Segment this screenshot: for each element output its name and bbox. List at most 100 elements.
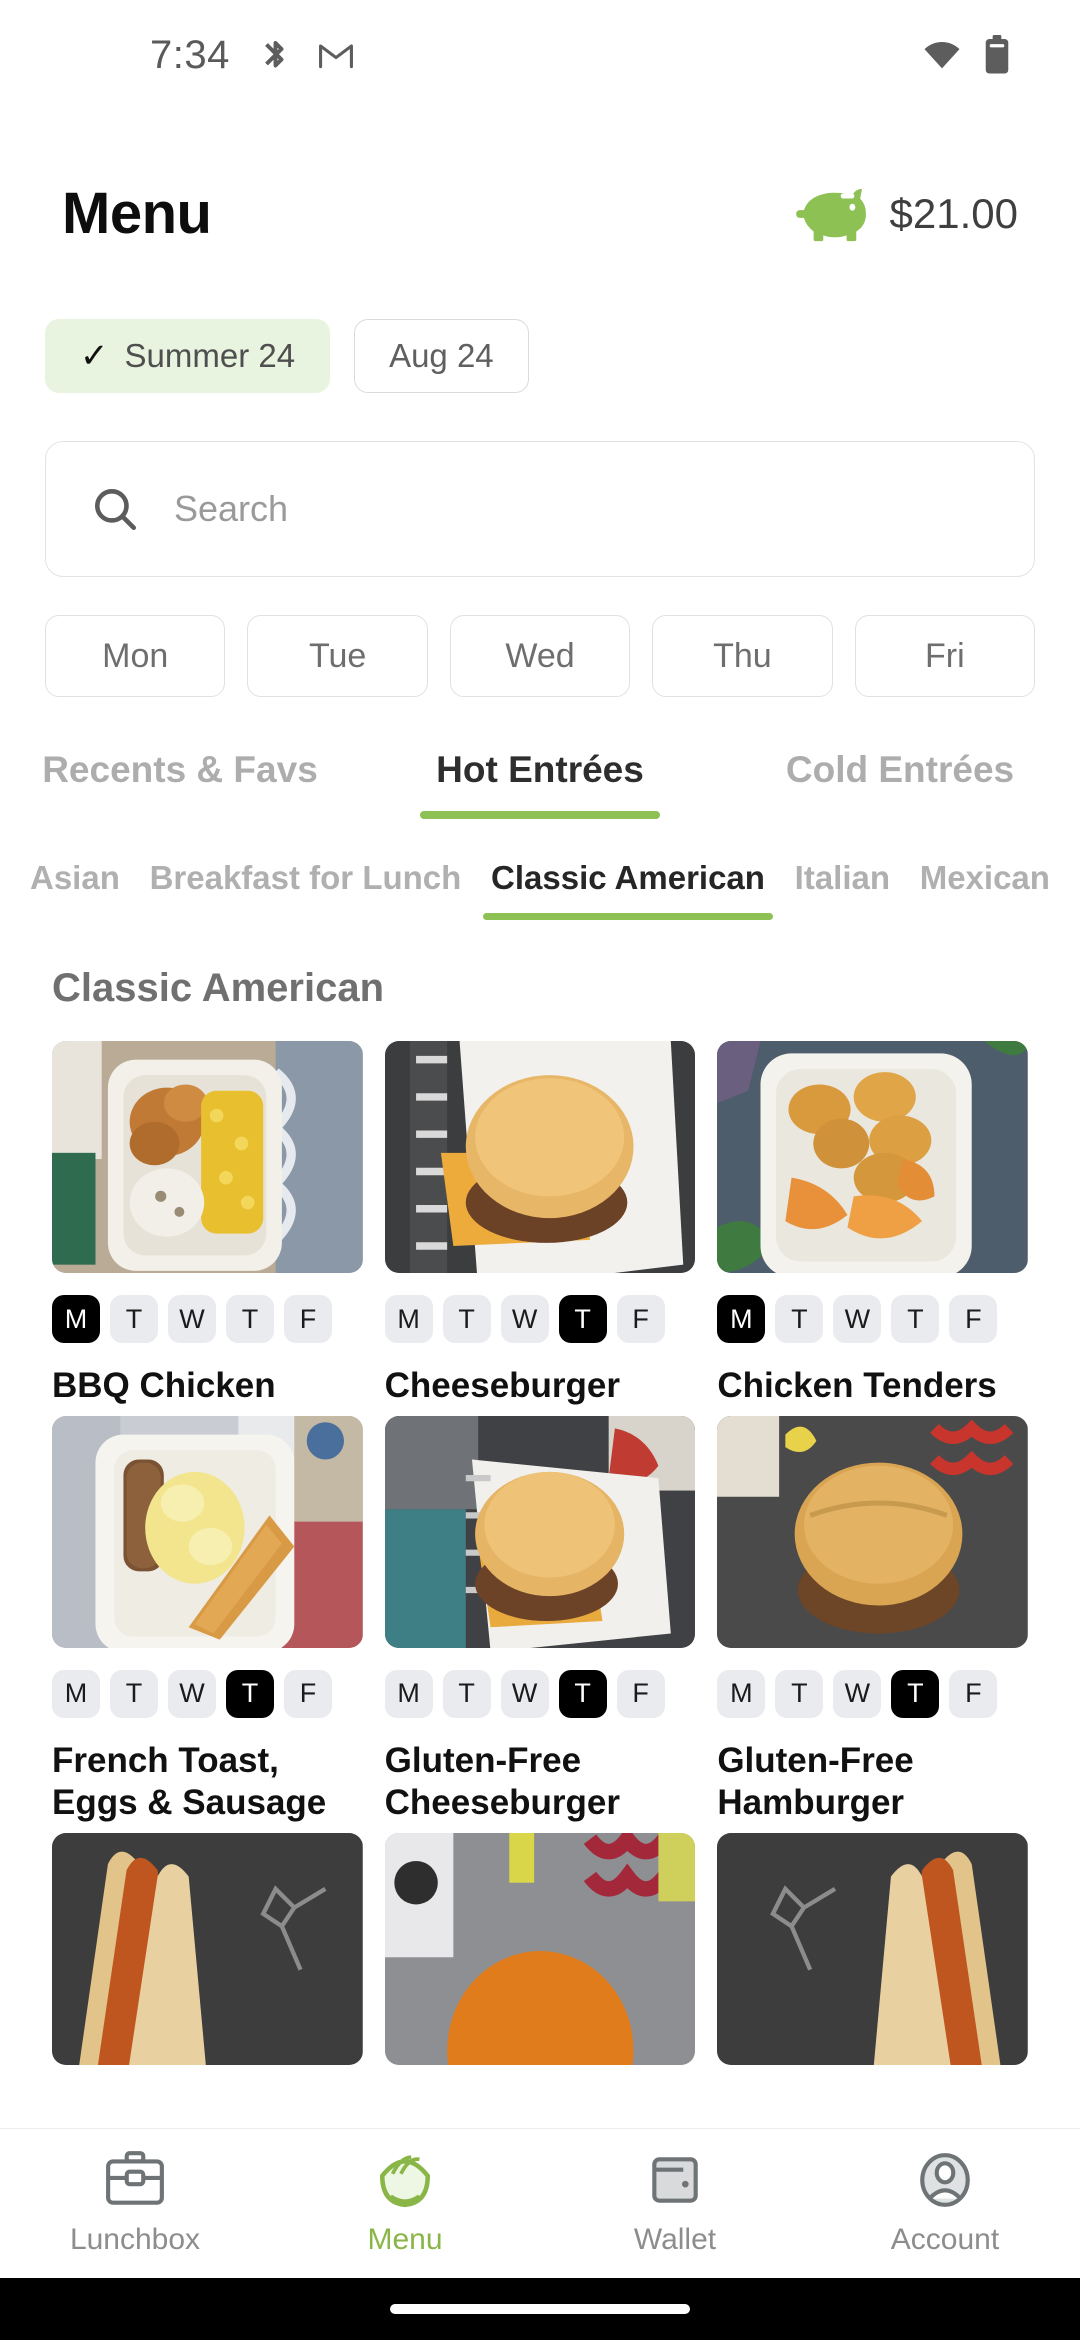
day-availability-badges: M T W T F: [52, 1669, 363, 1718]
tab-cold-entrees[interactable]: Cold Entrées: [720, 749, 1080, 819]
bluetooth-share-icon: [256, 37, 292, 73]
nav-item-account[interactable]: Account: [810, 2151, 1080, 2257]
french-toast-eggs-sausage-photo: [52, 1415, 363, 1648]
period-chip-aug-24[interactable]: Aug 24: [354, 319, 529, 393]
search-input[interactable]: Search: [45, 441, 1035, 577]
burger-colorful-photo: [384, 1833, 696, 2066]
page-header: Menu $21.00: [0, 110, 1080, 247]
nav-item-lunchbox[interactable]: Lunchbox: [0, 2150, 270, 2257]
menu-scroll-area[interactable]: M T W T F BBQ Chicken M T W T F Cheesebu…: [0, 1011, 1080, 2128]
status-bar-right: [922, 35, 1010, 75]
menu-item-card[interactable]: M T W T F French Toast, Eggs & Sausage: [52, 1415, 363, 1833]
day-availability-badges: M T W T F: [52, 1295, 363, 1343]
search-icon: [90, 484, 140, 534]
hot-dogs-photo-2: [717, 1833, 1028, 2066]
day-badge: W: [168, 1295, 216, 1343]
day-chip-fri[interactable]: Fri: [854, 615, 1036, 697]
day-badge: M: [384, 1295, 433, 1343]
primary-tabs: Recents & Favs Hot Entrées Cold Entrées: [0, 697, 1080, 819]
page-title: Menu: [62, 181, 212, 246]
gluten-free-cheeseburger-photo: [384, 1415, 696, 1648]
menu-item-card[interactable]: M T W T F Cheeseburger: [384, 1041, 696, 1416]
check-icon: ✓: [80, 337, 109, 375]
menu-item-card[interactable]: M T W T F Gluten-Free Cheeseburger: [384, 1415, 696, 1833]
tab-label: Cold Entrées: [785, 749, 1015, 790]
subtab-asian[interactable]: Asian: [22, 859, 128, 920]
nav-label: Account: [890, 2222, 1000, 2256]
day-badge: T: [558, 1669, 607, 1718]
day-badge: W: [833, 1669, 882, 1718]
day-badge: T: [775, 1295, 824, 1343]
subtab-breakfast-for-lunch[interactable]: Breakfast for Lunch: [142, 859, 470, 920]
tab-recents-favs[interactable]: Recents & Favs: [0, 749, 360, 819]
status-bar: 7:34: [0, 0, 1080, 110]
bbq-chicken-tray-photo: [52, 1041, 363, 1273]
menu-item-card[interactable]: [52, 1833, 363, 2117]
tab-label: Recents & Favs: [42, 749, 318, 790]
menu-item-title: Chicken Tenders: [717, 1366, 997, 1405]
nav-label: Lunchbox: [69, 2222, 201, 2256]
status-time: 7:34: [150, 32, 230, 77]
tab-underline: [420, 811, 660, 819]
menu-item-card[interactable]: [717, 1833, 1028, 2117]
bottom-navigation: Lunchbox Menu Wallet Account: [0, 2128, 1080, 2278]
day-badge: F: [284, 1669, 332, 1718]
status-bar-left: 7:34: [150, 33, 354, 78]
piggy-bank-icon: [794, 183, 872, 245]
day-badge: T: [110, 1669, 158, 1718]
menu-item-card[interactable]: M T W T F Gluten-Free Hamburger: [717, 1415, 1028, 1833]
battery-icon: [984, 35, 1010, 75]
day-badge: F: [949, 1295, 998, 1343]
day-badge: T: [226, 1669, 274, 1718]
bowl-icon: [374, 2151, 436, 2209]
gesture-pill[interactable]: [390, 2304, 690, 2314]
day-badge: M: [52, 1669, 100, 1718]
day-badge: F: [284, 1295, 332, 1343]
day-availability-badges: M T W T F: [384, 1295, 696, 1343]
subtab-label: Breakfast for Lunch: [149, 859, 462, 896]
day-badge: F: [949, 1669, 998, 1718]
day-badge: W: [500, 1295, 549, 1343]
subtab-mexican[interactable]: Mexican: [912, 859, 1058, 920]
menu-item-title: Gluten-Free Cheeseburger: [384, 1740, 621, 1823]
menu-item-card[interactable]: [384, 1833, 696, 2117]
nav-item-wallet[interactable]: Wallet: [540, 2151, 810, 2257]
app-screen: 7:34 Menu $21.00 ✓ Summer 24 Aug 24 Sear…: [0, 0, 1080, 2340]
day-chip-tue[interactable]: Tue: [247, 615, 428, 697]
day-badge: T: [226, 1295, 274, 1343]
search-placeholder: Search: [174, 488, 289, 529]
tab-hot-entrees[interactable]: Hot Entrées: [360, 749, 720, 819]
subtab-classic-american[interactable]: Classic American: [483, 859, 773, 920]
day-badge: T: [110, 1295, 158, 1343]
gesture-navigation-bar: [0, 2278, 1080, 2340]
balance-widget[interactable]: $21.00: [794, 183, 1018, 245]
gluten-free-hamburger-photo: [717, 1415, 1028, 1648]
cheeseburger-photo: [384, 1041, 696, 1273]
subtab-italian[interactable]: Italian: [787, 859, 898, 920]
wallet-icon: [644, 2151, 706, 2209]
nav-label: Wallet: [633, 2222, 717, 2256]
subtab-label: Classic American: [491, 859, 765, 896]
hot-dogs-photo: [52, 1833, 363, 2066]
menu-item-card[interactable]: M T W T F Chicken Tenders: [717, 1041, 1028, 1416]
day-badge: W: [833, 1295, 882, 1343]
subtab-label: Italian: [794, 859, 891, 896]
period-chip-summer-24[interactable]: ✓ Summer 24: [45, 319, 331, 393]
day-badge: T: [775, 1669, 824, 1718]
day-badge: F: [616, 1295, 665, 1343]
day-availability-badges: M T W T F: [717, 1295, 1028, 1343]
day-badge: T: [442, 1295, 491, 1343]
balance-amount: $21.00: [889, 189, 1018, 237]
menu-item-title: Cheeseburger: [384, 1366, 621, 1405]
lunchbox-icon: [104, 2150, 166, 2209]
gmail-icon: [318, 40, 354, 70]
menu-item-card[interactable]: M T W T F BBQ Chicken: [52, 1041, 363, 1416]
menu-item-grid: M T W T F BBQ Chicken M T W T F Cheesebu…: [0, 1011, 1080, 2117]
day-chip-thu[interactable]: Thu: [652, 615, 833, 697]
menu-item-title: French Toast, Eggs & Sausage: [52, 1740, 327, 1823]
subtab-label: Mexican: [919, 859, 1050, 896]
day-chip-wed[interactable]: Wed: [449, 615, 631, 697]
section-title: Classic American: [52, 966, 385, 1010]
day-chip-mon[interactable]: Mon: [45, 615, 226, 697]
nav-item-menu[interactable]: Menu: [270, 2151, 540, 2257]
